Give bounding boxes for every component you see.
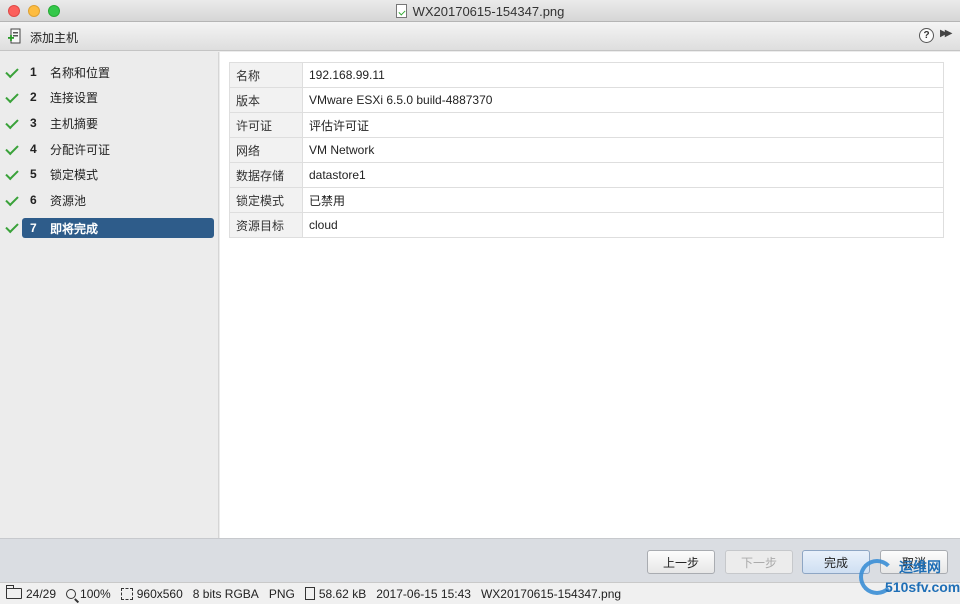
summary-key: 资源目标	[229, 212, 303, 238]
window-title: WX20170615-154347.png	[0, 0, 960, 22]
step-lockdown-mode[interactable]: 5 锁定模式	[22, 164, 214, 184]
dialog-header: 添加主机 ? ▶▶	[0, 22, 960, 51]
cancel-button[interactable]: 取消	[880, 550, 948, 574]
summary-key: 许可证	[229, 112, 303, 138]
summary-key: 数据存储	[229, 162, 303, 188]
image-dimensions: 960x560	[120, 586, 183, 601]
image-index: 24/29	[6, 585, 57, 601]
dialog-title: 添加主机	[30, 31, 79, 45]
dialog-footer: 上一步 下一步 完成 取消	[0, 538, 960, 582]
image-index-text: 24/29	[26, 586, 57, 601]
step-host-summary[interactable]: 3 主机摘要	[22, 113, 214, 133]
summary-value: VMware ESXi 6.5.0 build-4887370	[302, 87, 944, 113]
file-date: 2017-06-15 15:43	[376, 586, 471, 601]
step-resource-pool[interactable]: 6 资源池	[22, 190, 214, 210]
file-name: WX20170615-154347.png	[480, 586, 622, 601]
status-bar: 24/29 100% 960x560 8 bits RGBA PNG 58.62…	[0, 582, 960, 604]
step-number: 7	[30, 221, 37, 235]
step-label: 名称和位置	[50, 65, 111, 80]
summary-table: 名称 192.168.99.11 版本 VMware ESXi 6.5.0 bu…	[229, 62, 944, 238]
next-button[interactable]: 下一步	[725, 550, 793, 574]
back-button[interactable]: 上一步	[647, 550, 715, 574]
summary-value: 评估许可证	[302, 112, 944, 138]
check-icon	[5, 64, 19, 79]
step-number: 4	[30, 142, 37, 156]
step-label: 连接设置	[50, 90, 99, 105]
magnifier-icon	[66, 588, 77, 599]
check-icon	[5, 89, 19, 104]
check-icon	[5, 115, 19, 130]
file-size-text: 58.62 kB	[318, 586, 367, 601]
summary-key: 名称	[229, 62, 303, 88]
table-row: 版本 VMware ESXi 6.5.0 build-4887370	[229, 87, 944, 113]
summary-key: 网络	[229, 137, 303, 163]
step-name-location[interactable]: 1 名称和位置	[22, 62, 214, 82]
file-icon	[304, 587, 315, 600]
check-icon	[5, 192, 19, 207]
dimensions-text: 960x560	[136, 586, 183, 601]
table-row: 名称 192.168.99.11	[229, 62, 944, 88]
selection-icon	[120, 587, 133, 600]
wizard-steps: 1 名称和位置 2 连接设置 3 主机摘要 4 分配许可证 5 锁定模式 6 资…	[0, 52, 219, 538]
table-row: 网络 VM Network	[229, 137, 944, 163]
window-titlebar: WX20170615-154347.png	[0, 0, 960, 22]
step-label: 即将完成	[50, 221, 99, 236]
check-icon	[5, 219, 19, 234]
summary-value: 192.168.99.11	[302, 62, 944, 88]
finish-button[interactable]: 完成	[802, 550, 870, 574]
check-icon	[5, 166, 19, 181]
table-row: 数据存储 datastore1	[229, 162, 944, 188]
step-connection-settings[interactable]: 2 连接设置	[22, 87, 214, 107]
summary-key: 版本	[229, 87, 303, 113]
table-row: 资源目标 cloud	[229, 212, 944, 238]
step-number: 5	[30, 167, 37, 181]
table-row: 锁定模式 已禁用	[229, 187, 944, 213]
window-title-text: WX20170615-154347.png	[412, 3, 565, 19]
summary-value: cloud	[302, 212, 944, 238]
help-icon[interactable]: ?	[919, 28, 934, 43]
add-host-icon	[8, 28, 21, 44]
content-panel: 名称 192.168.99.11 版本 VMware ESXi 6.5.0 bu…	[220, 52, 960, 538]
image-format: PNG	[268, 586, 295, 601]
step-ready-to-complete[interactable]: 7 即将完成	[22, 218, 214, 238]
step-assign-license[interactable]: 4 分配许可证	[22, 139, 214, 159]
document-icon	[395, 4, 407, 18]
summary-key: 锁定模式	[229, 187, 303, 213]
summary-value: 已禁用	[302, 187, 944, 213]
table-row: 许可证 评估许可证	[229, 112, 944, 138]
zoom-text: 100%	[80, 586, 111, 601]
step-number: 2	[30, 90, 37, 104]
check-icon	[5, 141, 19, 156]
step-label: 分配许可证	[50, 142, 111, 157]
step-number: 3	[30, 116, 37, 130]
step-number: 1	[30, 65, 37, 79]
step-label: 资源池	[50, 193, 87, 208]
folder-icon	[6, 585, 22, 599]
color-depth: 8 bits RGBA	[192, 586, 259, 601]
expand-icon[interactable]: ▶▶	[940, 28, 953, 39]
step-label: 主机摘要	[50, 116, 99, 131]
summary-value: VM Network	[302, 137, 944, 163]
zoom-level: 100%	[66, 587, 111, 601]
summary-value: datastore1	[302, 162, 944, 188]
step-number: 6	[30, 193, 37, 207]
file-size: 58.62 kB	[304, 586, 367, 601]
step-label: 锁定模式	[50, 167, 99, 182]
